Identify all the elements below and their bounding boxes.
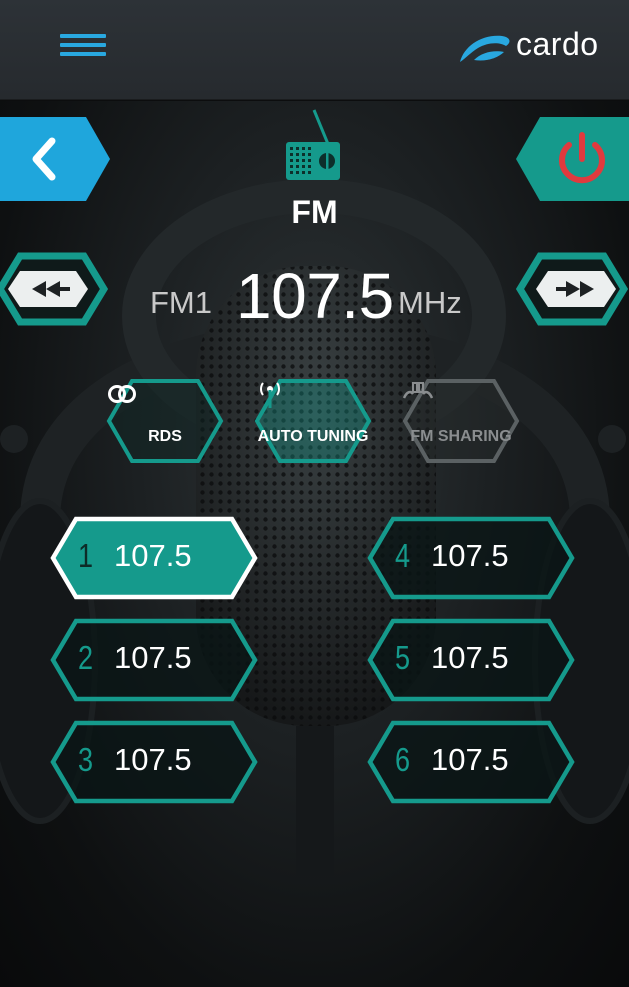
band-label: FM1: [150, 285, 212, 320]
fm-sharing-label: FM SHARING: [410, 428, 512, 445]
preset-frequency: 107.5: [431, 640, 509, 675]
preset-frequency: 107.5: [431, 742, 509, 777]
preset-frequency: 107.5: [431, 538, 509, 573]
preset-number: 4: [395, 537, 411, 574]
hamburger-menu-icon[interactable]: [54, 26, 112, 64]
preset-button-4[interactable]: 4 107.5: [367, 516, 575, 600]
seek-forward-button[interactable]: [515, 252, 629, 326]
preset-number: 5: [395, 639, 411, 676]
frequency-display: 107.5: [236, 260, 394, 332]
fm-sharing-icon: [402, 382, 434, 399]
auto-tuning-button[interactable]: AUTO TUNING: [254, 378, 372, 464]
preset-button-3[interactable]: 3 107.5: [50, 720, 258, 804]
fm-sharing-button[interactable]: FM SHARING: [402, 378, 520, 464]
seek-back-button[interactable]: [0, 252, 109, 326]
preset-frequency: 107.5: [114, 538, 192, 573]
cardo-logo-mark-icon: [460, 35, 510, 62]
rds-button[interactable]: RDS: [106, 378, 224, 464]
rds-label: RDS: [148, 428, 182, 445]
preset-number: 2: [78, 639, 94, 676]
radio-icon: [284, 108, 344, 183]
preset-number: 1: [78, 537, 94, 574]
preset-number: 6: [395, 741, 411, 778]
preset-button-6[interactable]: 6 107.5: [367, 720, 575, 804]
mode-title: FM: [291, 194, 338, 230]
power-button[interactable]: [516, 117, 629, 201]
antenna-icon: [260, 382, 280, 408]
preset-frequency: 107.5: [114, 742, 192, 777]
top-bar: cardo: [0, 0, 629, 100]
preset-button-5[interactable]: 5 107.5: [367, 618, 575, 702]
preset-button-2[interactable]: 2 107.5: [50, 618, 258, 702]
cardo-logo: cardo: [456, 22, 616, 70]
preset-number: 3: [78, 741, 94, 778]
rds-icon: [108, 385, 136, 403]
auto-tuning-label: AUTO TUNING: [257, 428, 369, 445]
preset-frequency: 107.5: [114, 640, 192, 675]
preset-button-1[interactable]: 1 107.5: [50, 516, 258, 600]
back-button[interactable]: [0, 117, 110, 201]
frequency-unit: MHz: [398, 285, 462, 320]
brand-name: cardo: [516, 26, 599, 62]
